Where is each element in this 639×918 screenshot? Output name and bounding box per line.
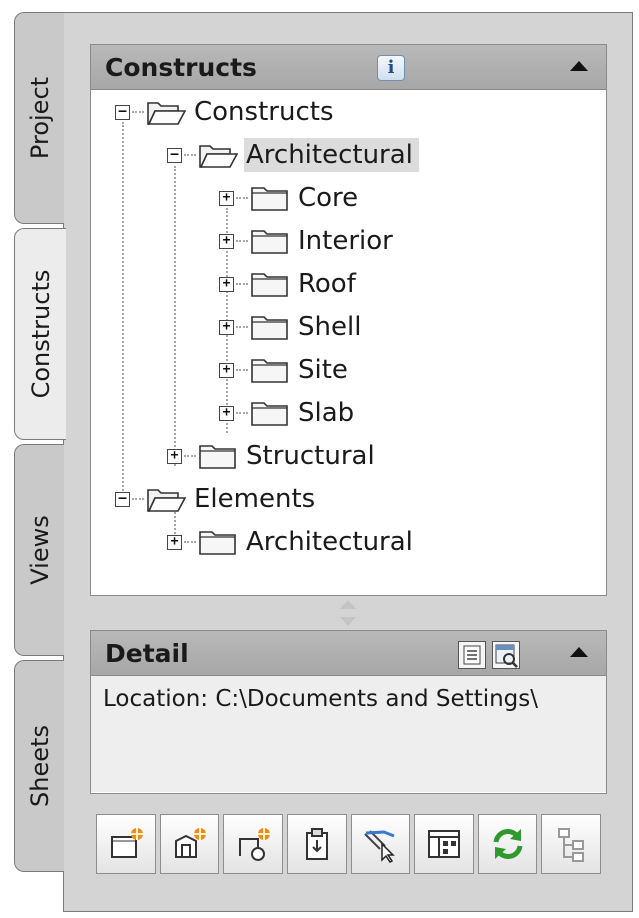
new-construct-button[interactable] — [159, 814, 220, 874]
tree-node-label: Shell — [298, 312, 362, 342]
expand-toggle-icon[interactable]: + — [219, 362, 234, 378]
folder-icon — [251, 187, 288, 211]
tree-connector — [236, 240, 248, 242]
tree-connector — [132, 498, 144, 500]
tree-node-structural[interactable]: + Structural — [167, 436, 381, 476]
tree-node-elements[interactable]: – Elements — [115, 479, 321, 519]
bottom-toolbar — [90, 808, 607, 882]
tree-node-architectural[interactable]: – Architectural — [167, 135, 419, 175]
constructs-panel-header: Constructs i — [91, 45, 606, 90]
preview-icon[interactable] — [492, 641, 520, 669]
detail-panel: Detail Location: C:\Documents and Settin… — [90, 630, 607, 794]
tab-sheets-label: Sheets — [25, 725, 54, 807]
panel-title: Detail — [105, 639, 189, 668]
tab-constructs[interactable]: Constructs — [14, 228, 66, 440]
tree-node-label: Core — [298, 183, 359, 213]
tab-constructs-label: Constructs — [26, 269, 55, 399]
tree-node-shell[interactable]: + Shell — [219, 307, 367, 347]
new-category-button[interactable] — [96, 814, 156, 874]
expand-toggle-icon[interactable]: + — [167, 448, 182, 464]
tree-node-label: Elements — [194, 484, 316, 514]
tree-node-label: Structural — [246, 441, 375, 471]
constructs-panel: Constructs i – Constructs – Architectura… — [90, 44, 607, 596]
detail-body: Location: C:\Documents and Settings\ — [91, 676, 606, 792]
collapse-toggle-icon[interactable]: – — [167, 147, 182, 163]
refresh-button[interactable] — [477, 814, 538, 874]
hierarchy-button[interactable] — [541, 814, 601, 874]
folder-open-icon — [147, 102, 186, 125]
tree-node-slab[interactable]: + Slab — [219, 393, 360, 433]
new-construct-icon — [175, 828, 207, 858]
paste-icon — [305, 828, 328, 860]
tree-node-label: Constructs — [194, 97, 334, 127]
layout-button[interactable] — [414, 814, 474, 874]
folder-icon — [251, 359, 288, 383]
tree-connector — [236, 412, 248, 414]
collapse-arrow-icon[interactable] — [570, 647, 588, 657]
refresh-icon — [493, 829, 523, 859]
tree-connector — [184, 154, 196, 156]
tree-guide-line — [122, 122, 124, 507]
folder-open-icon — [199, 145, 238, 168]
expand-toggle-icon[interactable]: + — [219, 276, 234, 292]
tree-node-label: Roof — [298, 269, 356, 299]
folder-icon — [199, 445, 236, 469]
collapse-toggle-icon[interactable]: – — [115, 104, 130, 120]
xref-select-icon — [364, 830, 396, 863]
list-view-icon[interactable] — [458, 641, 486, 669]
new-element-button[interactable] — [223, 814, 283, 874]
folder-icon — [199, 531, 236, 555]
info-icon[interactable]: i — [377, 55, 405, 81]
tree-connector — [184, 541, 196, 543]
tree-node-label: Interior — [298, 226, 393, 256]
tree-node-core[interactable]: + Core — [219, 178, 364, 218]
tab-sheets[interactable]: Sheets — [14, 660, 64, 872]
tab-project-label: Project — [25, 76, 54, 160]
collapse-toggle-icon[interactable]: – — [115, 491, 130, 507]
expand-toggle-icon[interactable]: + — [219, 190, 234, 206]
detail-panel-header: Detail — [91, 631, 606, 676]
panel-splitter-handle[interactable] — [336, 598, 360, 628]
tree-node-interior[interactable]: + Interior — [219, 221, 399, 261]
tree-node-label: Architectural — [244, 138, 419, 172]
tree-node-label: Architectural — [246, 527, 413, 557]
tree-connector — [132, 111, 144, 113]
folder-icon — [251, 402, 288, 426]
tree-node-constructs[interactable]: – Constructs — [115, 92, 339, 132]
tree-node-site[interactable]: + Site — [219, 350, 354, 390]
tree-connector — [184, 455, 196, 457]
new-element-icon — [239, 828, 271, 861]
expand-toggle-icon[interactable]: + — [219, 233, 234, 249]
constructs-tree: – Constructs – Architectural + Core + In… — [91, 90, 606, 590]
collapse-arrow-icon[interactable] — [570, 61, 588, 71]
folder-icon — [251, 316, 288, 340]
tab-project[interactable]: Project — [14, 12, 64, 224]
tree-connector — [236, 197, 248, 199]
expand-toggle-icon[interactable]: + — [219, 319, 234, 335]
tree-guide-line — [174, 166, 176, 466]
paste-button[interactable] — [286, 814, 347, 874]
tree-connector — [236, 326, 248, 328]
tab-views[interactable]: Views — [14, 444, 64, 656]
tree-connector — [236, 369, 248, 371]
hierarchy-icon — [558, 828, 585, 862]
panel-title: Constructs — [105, 53, 257, 82]
xref-select-button[interactable] — [350, 814, 411, 874]
expand-toggle-icon[interactable]: + — [167, 534, 182, 550]
tree-connector — [236, 283, 248, 285]
tab-views-label: Views — [25, 515, 54, 585]
expand-toggle-icon[interactable]: + — [219, 405, 234, 421]
tree-node-roof[interactable]: + Roof — [219, 264, 362, 304]
layout-icon — [427, 830, 460, 858]
tree-node-label: Slab — [298, 398, 355, 428]
folder-icon — [251, 230, 288, 254]
folder-icon — [251, 273, 288, 297]
tree-node-elements-architectural[interactable]: + Architectural — [167, 522, 419, 562]
tree-node-label: Site — [298, 355, 348, 385]
new-category-icon — [110, 828, 143, 858]
location-text: Location: C:\Documents and Settings\ — [103, 686, 539, 712]
folder-open-icon — [147, 489, 186, 512]
